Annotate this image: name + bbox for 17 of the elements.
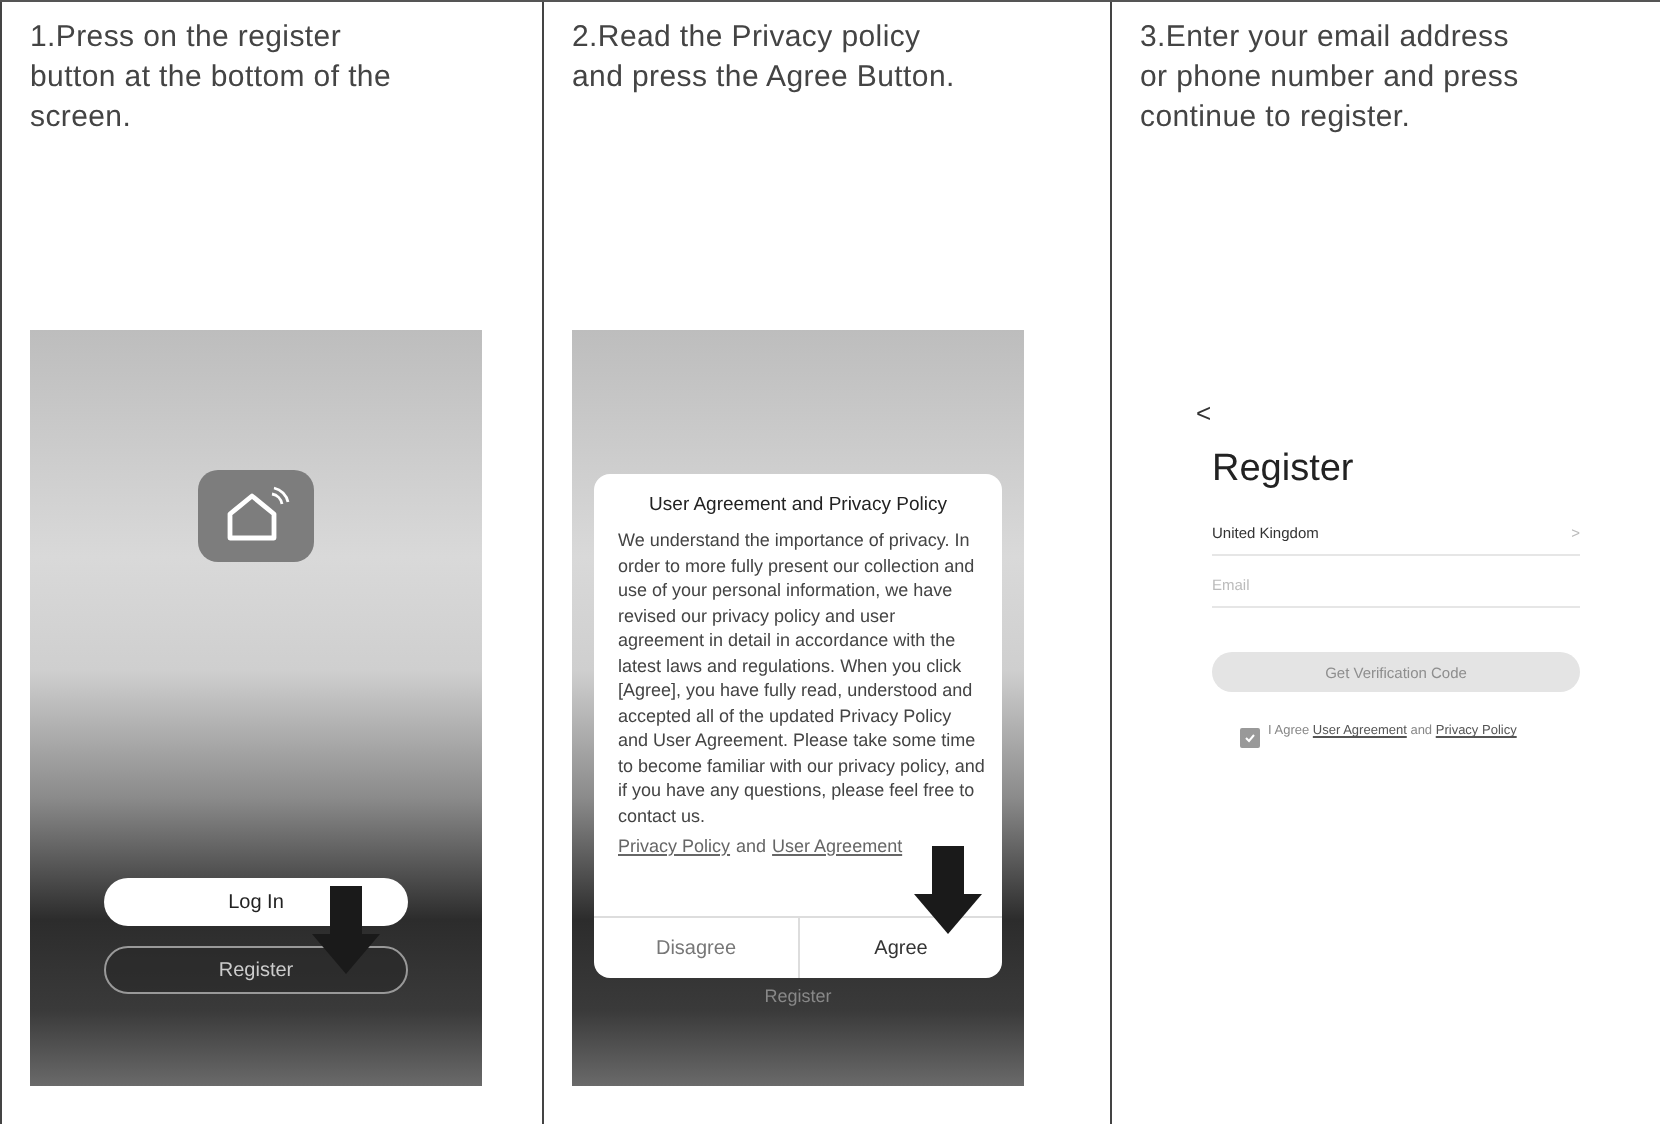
agree-checkbox[interactable] [1240, 728, 1260, 748]
page-title: Register [1212, 448, 1356, 492]
register-button[interactable]: Register [104, 946, 408, 994]
back-button[interactable]: < [1196, 398, 1580, 428]
login-button[interactable]: Log In [104, 878, 408, 926]
instruction-text: 3.Enter your email address or phone number and press continue to register. [1140, 18, 1521, 138]
dialog-title: User Agreement and Privacy Policy [647, 492, 949, 520]
disagree-button[interactable]: Disagree [594, 918, 798, 978]
instruction-text: 1.Press on the register button at the bottom of the screen. [30, 18, 394, 138]
register-label: Register [764, 986, 832, 1006]
check-icon [1244, 732, 1256, 744]
user-agreement-link[interactable]: User Agreement [772, 836, 903, 856]
dialog-text: We understand the importance of privacy. In order to more fully present our collection and use of your personal information, we have revised our privacy policy and user agreement in detail in accordance with the latest laws and regulations. When you click [Agree], you have fully read, understood and accepted all of the updated Privacy Policy and User Agreement. Please take some time to become familiar with our privacy policy, and if you have any questions, please feel free to contact us. [616, 528, 987, 828]
instruction-text: 2.Read the Privacy policy and press the Agree Button. [572, 18, 957, 98]
link-joiner: and [736, 836, 767, 856]
app-icon [198, 470, 314, 562]
privacy-policy-link[interactable]: Privacy Policy [618, 836, 731, 856]
